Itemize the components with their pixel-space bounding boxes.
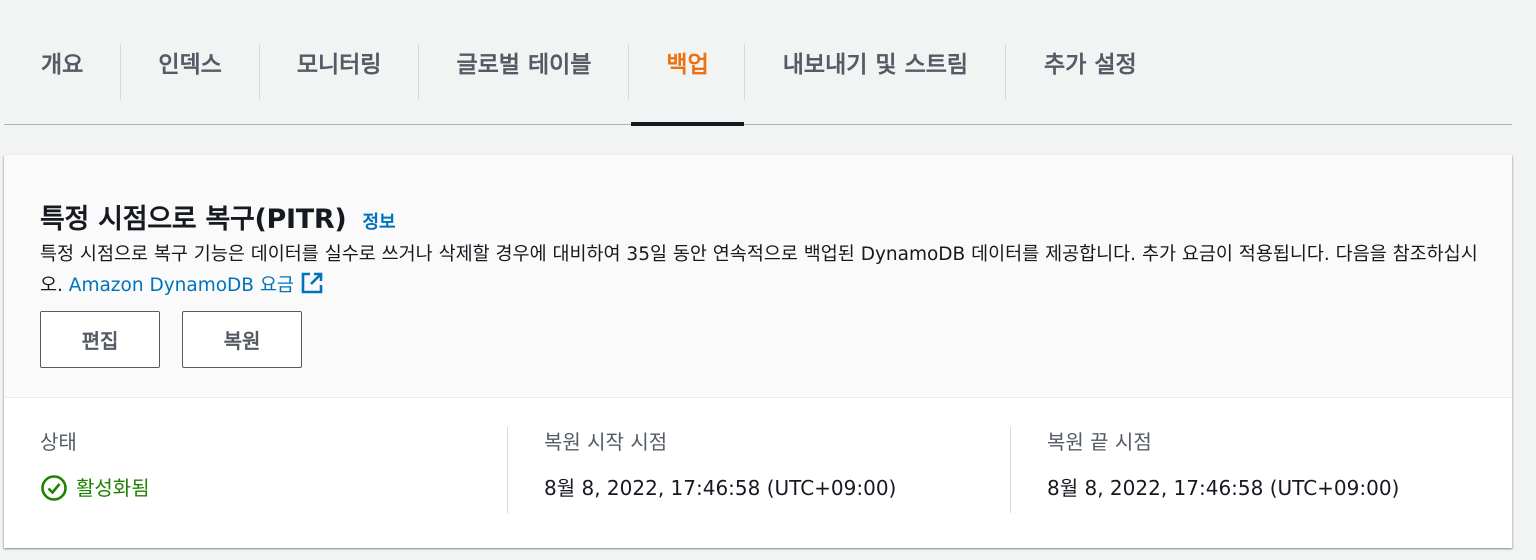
tab-label: 내보내기 및 스트림 <box>782 52 969 78</box>
pitr-details: 상태 활성화됨 복원 시작 시점 8월 8, 2022, 17:46:58 (U… <box>4 399 1512 548</box>
restore-start-value: 8월 8, 2022, 17:46:58 (UTC+09:00) <box>544 476 897 500</box>
column-divider <box>1010 427 1011 513</box>
restore-end-column: 복원 끝 시점 8월 8, 2022, 17:46:58 (UTC+09:00) <box>1047 427 1487 513</box>
edit-button[interactable]: 편집 <box>40 311 160 368</box>
tab-global-tables[interactable]: 글로벌 테이블 <box>419 0 628 124</box>
pricing-link-label: Amazon DynamoDB 요금 <box>68 275 294 296</box>
status-label: 상태 <box>40 430 77 454</box>
external-link-icon <box>301 272 323 294</box>
tab-exports-streams[interactable]: 내보내기 및 스트림 <box>745 0 1005 124</box>
tab-divider <box>628 44 630 100</box>
restore-end-value: 8월 8, 2022, 17:46:58 (UTC+09:00) <box>1047 476 1400 500</box>
title-row: 특정 시점으로 복구(PITR) 정보 <box>40 197 396 236</box>
tab-backups[interactable]: 백업 <box>631 0 745 126</box>
restore-button[interactable]: 복원 <box>182 311 302 368</box>
status-value: 활성화됨 <box>40 473 500 503</box>
check-circle-icon <box>41 475 67 501</box>
column-divider <box>507 427 508 513</box>
pricing-link[interactable]: Amazon DynamoDB 요금 <box>68 272 324 296</box>
pitr-panel: 특정 시점으로 복구(PITR) 정보 특정 시점으로 복구 기능은 데이터를 … <box>4 155 1512 548</box>
status-column: 상태 활성화됨 <box>40 427 500 513</box>
tab-monitoring[interactable]: 모니터링 <box>260 0 419 124</box>
tab-indexes[interactable]: 인덱스 <box>121 0 258 124</box>
tab-label: 추가 설정 <box>1044 52 1137 78</box>
tab-label: 모니터링 <box>296 52 382 78</box>
tab-overview[interactable]: 개요 <box>4 0 120 124</box>
tab-additional-settings[interactable]: 추가 설정 <box>1006 0 1174 124</box>
tab-label: 인덱스 <box>158 52 222 78</box>
restore-start-column: 복원 시작 시점 8월 8, 2022, 17:46:58 (UTC+09:00… <box>544 427 1004 513</box>
pitr-header: 특정 시점으로 복구(PITR) 정보 특정 시점으로 복구 기능은 데이터를 … <box>4 155 1512 398</box>
tab-label: 글로벌 테이블 <box>456 52 592 78</box>
panel-title: 특정 시점으로 복구(PITR) <box>40 204 347 235</box>
panel-description: 특정 시점으로 복구 기능은 데이터를 실수로 쓰거나 삭제할 경우에 대비하여… <box>40 239 1480 301</box>
tab-label: 백업 <box>666 52 709 78</box>
status-text: 활성화됨 <box>76 476 150 500</box>
tab-bar: 개요 인덱스 모니터링 글로벌 테이블 백업 내보내기 및 스트림 추가 설정 <box>4 0 1512 126</box>
tab-label: 개요 <box>41 52 84 78</box>
restore-start-label: 복원 시작 시점 <box>544 430 668 454</box>
info-link[interactable]: 정보 <box>362 208 395 234</box>
restore-end-label: 복원 끝 시점 <box>1047 430 1152 454</box>
